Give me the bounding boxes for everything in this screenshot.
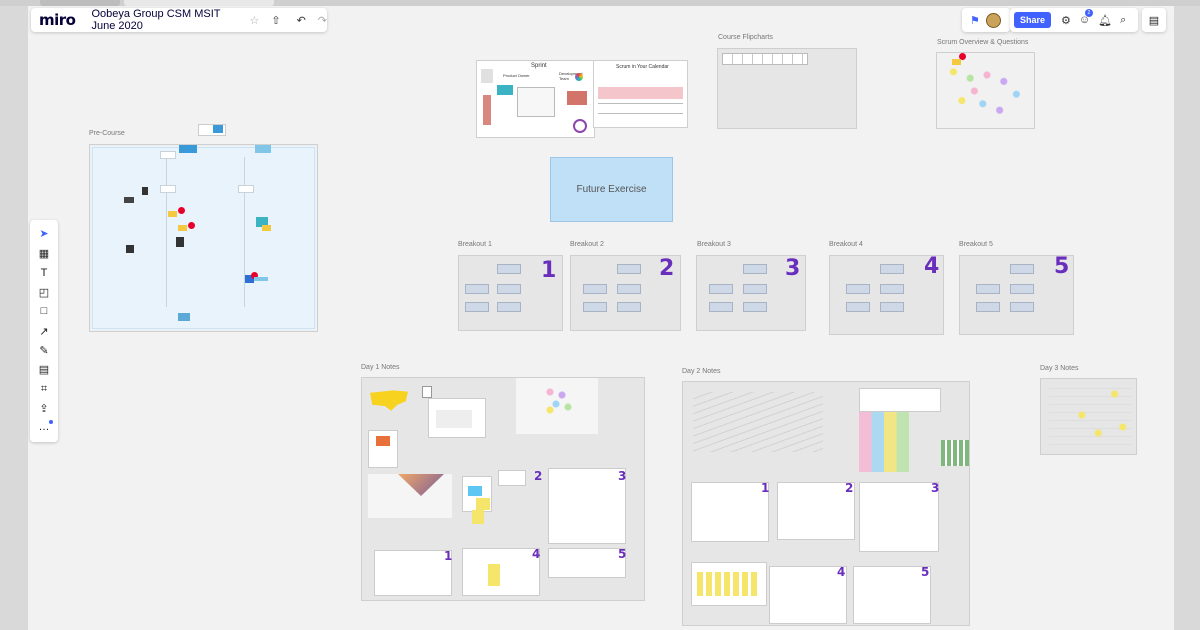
breakout-number: 2	[659, 256, 675, 281]
more-icon[interactable]: …	[30, 418, 58, 436]
settings-icon[interactable]: ⚙	[1061, 14, 1071, 27]
share-button[interactable]: Share	[1014, 12, 1052, 28]
board-info-panel: miro Oobeya Group CSM MSIT June 2020 ☆ ⇧…	[31, 8, 327, 32]
upload-icon[interactable]: ⇪	[30, 399, 58, 417]
left-toolbar: ➤ ▦ T ◰ □ ↗ ✎ ▤ ⌗ ⇪ …	[30, 220, 58, 442]
frame-label-breakout-3[interactable]: Breakout 3	[697, 241, 731, 248]
top-bar: miro Oobeya Group CSM MSIT June 2020 ☆ ⇧…	[28, 6, 1174, 36]
apps-icon[interactable]: ☺ 2	[1079, 9, 1093, 26]
shape-icon[interactable]: □	[30, 302, 58, 320]
frame-day2-notes[interactable]: 1 2 3 4 5	[682, 381, 970, 626]
comment-icon[interactable]: ▤	[30, 360, 58, 378]
frame-scrum-overview[interactable]	[936, 52, 1035, 129]
sticky-note-icon[interactable]: ◰	[30, 283, 58, 301]
breakout-number: 1	[541, 258, 557, 283]
frame-label-pre-course[interactable]: Pre-Course	[89, 130, 125, 137]
day1-breakout-number: 2	[534, 469, 543, 483]
frame-breakout-1[interactable]: 1	[458, 255, 563, 331]
arrow-line-icon[interactable]: ↗	[30, 322, 58, 340]
more-tools-dot	[49, 420, 53, 424]
frame-breakout-4[interactable]: 4	[829, 255, 944, 335]
frame-course-flipcharts[interactable]	[717, 48, 857, 129]
text-icon[interactable]: T	[30, 264, 58, 282]
day1-breakout-number: 1	[444, 549, 453, 563]
undo-icon[interactable]: ↶	[297, 14, 306, 27]
breakout-number: 3	[785, 256, 801, 281]
day2-breakout-number: 2	[845, 481, 854, 495]
browser-edge	[1174, 6, 1200, 630]
board-menu-panel: ▤	[1142, 8, 1166, 32]
day2-breakout-number: 5	[921, 565, 930, 579]
frame-label-day1-notes[interactable]: Day 1 Notes	[361, 364, 400, 371]
day1-breakout-number: 4	[532, 547, 541, 561]
frame-pre-course[interactable]	[89, 144, 318, 332]
frame-label-breakout-4[interactable]: Breakout 4	[829, 241, 863, 248]
actions-panel: Share ⚙ ☺ 2 🔔︎ ⌕	[1010, 8, 1138, 32]
frame-label-day2-notes[interactable]: Day 2 Notes	[682, 368, 721, 375]
day1-breakout-number: 3	[618, 469, 627, 483]
future-exercise-frame[interactable]: Future Exercise	[550, 157, 673, 222]
avatar[interactable]	[985, 12, 1001, 28]
templates-icon[interactable]: ▦	[30, 244, 58, 262]
board-title[interactable]: Oobeya Group CSM MSIT June 2020	[91, 8, 243, 32]
day1-breakout-number: 5	[618, 547, 627, 561]
day2-breakout-number: 3	[931, 481, 940, 495]
apps-badge: 2	[1084, 9, 1093, 17]
miro-logo[interactable]: miro	[39, 11, 76, 29]
redo-icon[interactable]: ↷	[318, 14, 327, 27]
frame-day3-notes[interactable]	[1040, 378, 1137, 455]
pen-icon[interactable]: ✎	[30, 341, 58, 359]
frame-label-day3-notes[interactable]: Day 3 Notes	[1040, 365, 1079, 372]
scrum-calendar-image[interactable]: Scrum in Your Calendar	[593, 60, 688, 128]
cursor-icon[interactable]: ➤	[30, 224, 58, 242]
frame-breakout-2[interactable]: 2	[570, 255, 681, 331]
frame-label-scrum-overview[interactable]: Scrum Overview & Questions	[937, 39, 1028, 46]
day2-breakout-number: 1	[761, 481, 770, 495]
notification-bell-icon[interactable]: 🔔︎	[1098, 14, 1112, 27]
breakout-number: 5	[1054, 254, 1070, 279]
breakout-number: 4	[924, 254, 940, 279]
clipboard-icon[interactable]: ▤	[1149, 14, 1159, 27]
upload-icon[interactable]: ⇧	[271, 14, 280, 27]
frame-label-breakout-2[interactable]: Breakout 2	[570, 241, 604, 248]
day2-breakout-number: 4	[837, 565, 846, 579]
star-icon[interactable]: ☆	[249, 14, 259, 27]
sprint-board-image[interactable]: Sprint Product Owner Development Team	[476, 60, 595, 138]
frame-day1-notes[interactable]: 2 3 1 4 5	[361, 377, 645, 601]
frame-breakout-5[interactable]: 5	[959, 255, 1074, 335]
frame-icon[interactable]: ⌗	[30, 380, 58, 398]
frame-label-breakout-1[interactable]: Breakout 1	[458, 241, 492, 248]
frame-breakout-3[interactable]: 3	[696, 255, 806, 331]
board-canvas[interactable]: Pre-Course Sprint Product Owner Developm…	[28, 6, 1174, 630]
frame-label-breakout-5[interactable]: Breakout 5	[959, 241, 993, 248]
search-icon[interactable]: ⌕	[1120, 14, 1126, 27]
follow-icon[interactable]: ⚑	[970, 14, 980, 27]
collaborators-panel: ⚑	[962, 8, 1010, 32]
